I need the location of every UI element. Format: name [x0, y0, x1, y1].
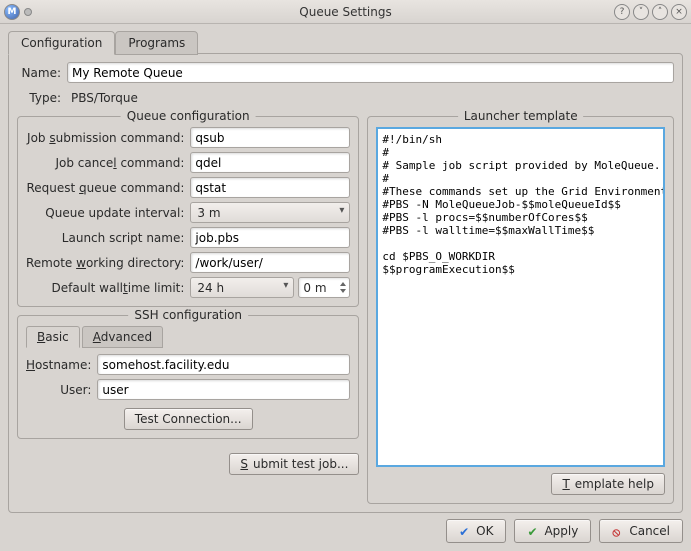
- window: M Queue Settings ? ˅ ˄ × Configuration P…: [0, 0, 691, 551]
- help-button[interactable]: ?: [614, 4, 630, 20]
- titlebar: M Queue Settings ? ˅ ˄ ×: [0, 0, 691, 24]
- cancel-label: Cancel: [629, 524, 670, 538]
- dialog-button-bar: ✔ OK ✔ Apply ⦸ Cancel: [8, 513, 683, 543]
- user-input[interactable]: [97, 379, 350, 400]
- maximize-button[interactable]: ˄: [652, 4, 668, 20]
- apply-label: Apply: [544, 524, 578, 538]
- template-help-button[interactable]: Template help: [551, 473, 665, 495]
- ok-icon: ✔: [459, 525, 471, 537]
- user-label: User:: [26, 383, 91, 397]
- walltime-minutes-spin[interactable]: 0 m: [298, 277, 350, 298]
- apply-icon: ✔: [527, 525, 539, 537]
- job-cancel-label: Job cancel command:: [26, 156, 184, 170]
- test-connection-button[interactable]: Test Connection...: [124, 408, 253, 430]
- walltime-minutes-value: 0 m: [303, 281, 326, 295]
- hostname-input[interactable]: [97, 354, 350, 375]
- launcher-template-title: Launcher template: [458, 109, 584, 123]
- type-label: Type:: [17, 91, 61, 105]
- main-tabbar: Configuration Programs: [8, 30, 683, 54]
- launch-script-input[interactable]: [190, 227, 350, 248]
- walltime-label: Default walltime limit:: [26, 281, 184, 295]
- close-button[interactable]: ×: [671, 4, 687, 20]
- window-title: Queue Settings: [0, 5, 691, 19]
- tab-configuration[interactable]: Configuration: [8, 31, 115, 55]
- ssh-tab-basic[interactable]: Basic: [26, 326, 80, 348]
- ssh-configuration-group: SSH configuration Basic Advanced Hostnam…: [17, 315, 359, 439]
- type-value: PBS/Torque: [67, 87, 142, 108]
- remote-dir-label: Remote working directory:: [26, 256, 184, 270]
- queue-configuration-group: Queue configuration Job submission comma…: [17, 116, 359, 307]
- update-interval-combo[interactable]: 3 m: [190, 202, 350, 223]
- name-input[interactable]: [67, 62, 674, 83]
- update-interval-value: 3 m: [197, 206, 220, 220]
- launcher-template-group: Launcher template Template help: [367, 116, 674, 504]
- app-icon: M: [4, 4, 20, 20]
- job-submission-label: Job submission command:: [26, 131, 184, 145]
- minimize-button[interactable]: ˅: [633, 4, 649, 20]
- tab-panel-configuration: Name: Type: PBS/Torque Queue configurati…: [8, 53, 683, 513]
- hostname-label: Hostname:: [26, 358, 91, 372]
- content-area: Configuration Programs Name: Type: PBS/T…: [0, 24, 691, 551]
- ok-label: OK: [476, 524, 493, 538]
- queue-configuration-title: Queue configuration: [121, 109, 256, 123]
- remote-dir-input[interactable]: [190, 252, 350, 273]
- request-queue-label: Request queue command:: [26, 181, 184, 195]
- ssh-configuration-title: SSH configuration: [128, 308, 248, 322]
- walltime-hours-combo[interactable]: 24 h: [190, 277, 294, 298]
- job-cancel-input[interactable]: [190, 152, 350, 173]
- update-interval-label: Queue update interval:: [26, 206, 184, 220]
- titlebar-pin-icon[interactable]: [24, 8, 32, 16]
- submit-test-job-button[interactable]: Submit test job...: [229, 453, 359, 475]
- ssh-tab-advanced[interactable]: Advanced: [82, 326, 163, 348]
- ok-button[interactable]: ✔ OK: [446, 519, 506, 543]
- request-queue-input[interactable]: [190, 177, 350, 198]
- launch-script-label: Launch script name:: [26, 231, 184, 245]
- launcher-template-textarea[interactable]: [376, 127, 665, 467]
- cancel-icon: ⦸: [612, 525, 624, 537]
- cancel-button[interactable]: ⦸ Cancel: [599, 519, 683, 543]
- apply-button[interactable]: ✔ Apply: [514, 519, 591, 543]
- tab-programs[interactable]: Programs: [115, 31, 198, 55]
- job-submission-input[interactable]: [190, 127, 350, 148]
- walltime-hours-value: 24 h: [197, 281, 224, 295]
- name-label: Name:: [17, 66, 61, 80]
